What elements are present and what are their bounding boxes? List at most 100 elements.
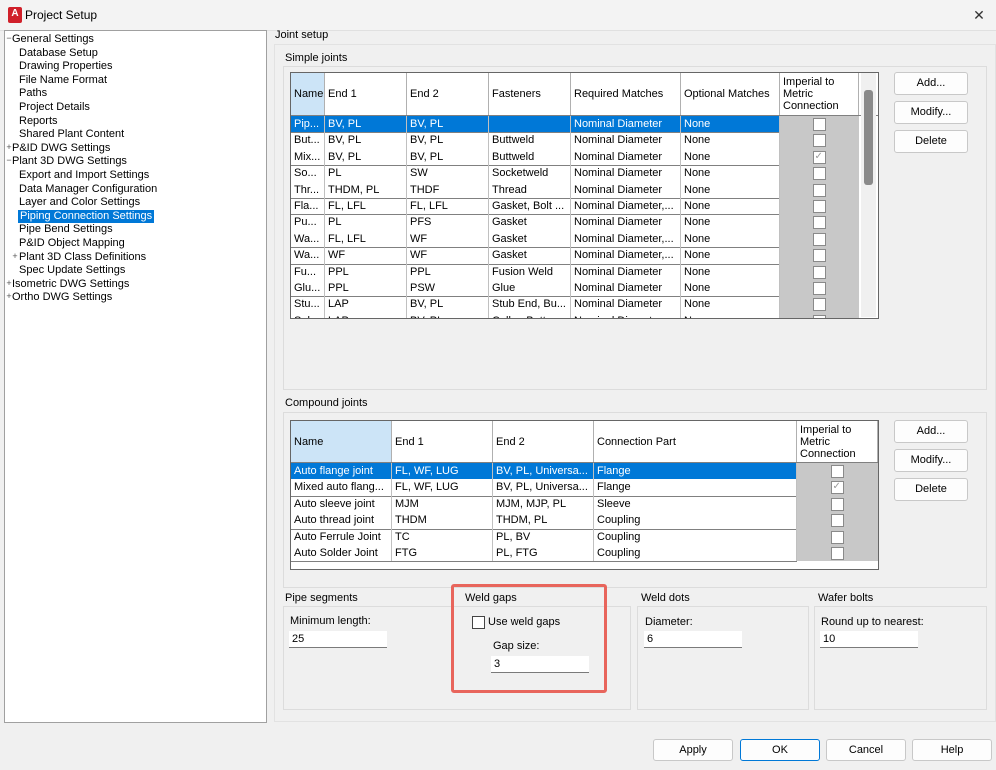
column-header[interactable]: End 1 [392,421,493,462]
tree-item[interactable]: P&ID DWG Settings [12,142,110,155]
tree-item[interactable]: File Name Format [19,74,107,87]
tree-item[interactable]: Plant 3D Class Definitions [19,251,146,264]
tree-item[interactable]: Data Manager Configuration [19,183,157,196]
tree-item[interactable]: Spec Update Settings [19,264,125,277]
tree-item[interactable]: Project Details [19,101,90,114]
column-header[interactable]: Name [291,421,392,462]
table-row[interactable]: Thr... THDM, PL THDF Thread Nominal Diameter… [291,181,859,198]
simple-joints-scrollbar[interactable] [861,73,876,317]
table-row[interactable]: Fla... FL, LFL FL, LFL Gasket, Bolt ... Nomi… [291,198,859,215]
column-header[interactable]: Connection Part [594,421,797,462]
table-cell: WF [325,247,407,264]
table-row[interactable]: Pu... PL PFS Gasket Nominal Diameter None [291,214,859,231]
column-header[interactable]: End 2 [407,73,489,115]
diameter-input[interactable]: 6 [644,631,742,648]
simple-add-button[interactable]: Add... [894,72,968,95]
compound-joints-table[interactable]: Name End 1 End 2 Connection Part Imperial to… [290,420,879,570]
table-row[interactable]: Glu... PPL PSW Glue Nominal Diameter None [291,280,859,297]
column-header[interactable]: Fasteners [489,73,571,115]
table-row[interactable]: Auto Ferrule Joint TC PL, BV Coupling [291,528,878,545]
imperial-metric-checkbox[interactable] [830,497,844,511]
column-header[interactable]: Required Matches [571,73,681,115]
compound-modify-button[interactable]: Modify... [894,449,968,472]
tree-item[interactable]: Ortho DWG Settings [12,291,112,304]
table-cell: LAP [325,296,407,313]
imperial-metric-checkbox[interactable] [812,232,826,246]
round-up-input[interactable]: 10 [820,631,918,648]
table-row[interactable]: Mixed auto flang... FL, WF, LUG BV, PL, Un… [291,479,878,496]
table-cell: Sol... [291,312,325,318]
table-cell: Nominal Diameter [571,263,681,280]
imperial-metric-checkbox[interactable] [812,167,826,181]
ok-button[interactable]: OK [740,739,820,761]
imperial-metric-checkbox[interactable] [812,265,826,279]
imperial-metric-checkbox[interactable] [830,514,844,528]
table-row[interactable]: Auto Solder Joint FTG PL, FTG Coupling [291,545,878,562]
table-row[interactable]: Wa... FL, LFL WF Gasket Nominal Diameter,...… [291,230,859,248]
table-row[interactable]: Wa... WF WF Gasket Nominal Diameter,... None [291,247,859,264]
imperial-metric-checkbox[interactable] [812,134,826,148]
column-header[interactable]: Imperial to Metric Connection [797,421,878,462]
imperial-metric-checkbox[interactable] [830,547,844,560]
title-bar: A Project Setup ✕ [0,0,996,31]
imperial-metric-checkbox[interactable] [812,249,826,263]
table-cell: So... [291,165,325,182]
table-row[interactable]: But... BV, PL BV, PL Buttweld Nominal Diamet… [291,132,859,149]
column-header[interactable]: End 1 [325,73,407,115]
imperial-metric-checkbox[interactable] [830,479,844,495]
table-cell: Nominal Diameter [571,296,681,313]
tree-item[interactable]: Piping Connection Settings [18,209,155,223]
tree-item[interactable]: Paths [19,87,47,100]
imperial-metric-checkbox[interactable] [812,216,826,230]
table-row[interactable]: Auto flange joint FL, WF, LUG BV, PL, Univ… [291,463,878,480]
imperial-metric-checkbox[interactable] [812,298,826,312]
tree-expander-icon[interactable]: + [11,251,19,261]
imperial-metric-checkbox[interactable] [812,149,826,165]
table-cell: Mixed auto flang... [291,479,392,496]
table-cell: Thread [489,181,571,198]
tree-item[interactable]: General Settings [12,33,94,46]
table-row[interactable]: Sol...LAPBV, PLCollar, Butt...Nominal Di… [291,312,859,318]
column-header[interactable]: End 2 [493,421,594,462]
apply-button[interactable]: Apply [653,739,733,761]
tree-item[interactable]: Database Setup [19,47,98,60]
imperial-metric-checkbox[interactable] [812,200,826,213]
scrollbar-thumb[interactable] [864,90,873,185]
table-cell: Wa... [291,230,325,248]
simple-joints-table[interactable]: Name End 1 End 2 Fasteners Required Matches O… [290,72,879,319]
table-row[interactable]: Pip... BV, PL BV, PL Nominal Diameter None [291,116,859,133]
imperial-metric-checkbox[interactable] [830,465,844,478]
column-header[interactable]: Optional Matches [681,73,780,115]
tree-item[interactable]: Pipe Bend Settings [19,223,113,236]
cancel-button[interactable]: Cancel [826,739,906,761]
tree-item[interactable]: Plant 3D DWG Settings [12,155,127,168]
close-icon[interactable]: ✕ [968,5,990,25]
tree-item[interactable]: Shared Plant Content [19,128,124,141]
tree-item[interactable]: Layer and Color Settings [19,196,140,209]
column-header[interactable]: Name [291,73,325,115]
compound-add-button[interactable]: Add... [894,420,968,443]
table-row[interactable]: Mix... BV, PL BV, PL Buttweld Nominal Diamet… [291,148,859,166]
table-row[interactable]: Auto thread joint THDM THDM, PL Coupling [291,512,878,529]
table-row[interactable]: So... PL SW Socketweld Nominal Diameter None [291,165,859,182]
imperial-metric-checkbox[interactable] [812,314,826,318]
tree-item[interactable]: Isometric DWG Settings [12,278,129,291]
help-button[interactable]: Help [912,739,992,761]
imperial-metric-cell [780,247,859,264]
tree-item[interactable]: P&ID Object Mapping [19,237,125,250]
table-row[interactable]: Auto sleeve joint MJM MJM, MJP, PL Sleeve [291,495,878,513]
simple-modify-button[interactable]: Modify... [894,101,968,124]
column-header[interactable]: Imperial to Metric Connection [780,73,859,115]
imperial-metric-checkbox[interactable] [812,183,826,197]
imperial-metric-checkbox[interactable] [812,118,826,131]
compound-delete-button[interactable]: Delete [894,478,968,501]
tree-item[interactable]: Drawing Properties [19,60,113,73]
table-row[interactable]: Stu... LAP BV, PL Stub End, Bu... Nominal Di… [291,296,859,313]
imperial-metric-checkbox[interactable] [812,282,826,295]
simple-delete-button[interactable]: Delete [894,130,968,153]
tree-item[interactable]: Export and Import Settings [19,169,149,182]
tree-item[interactable]: Reports [19,115,58,128]
table-row[interactable]: Fu... PPL PPL Fusion Weld Nominal Diameter No… [291,263,859,280]
imperial-metric-checkbox[interactable] [830,530,844,544]
minimum-length-input[interactable]: 25 [289,631,387,648]
